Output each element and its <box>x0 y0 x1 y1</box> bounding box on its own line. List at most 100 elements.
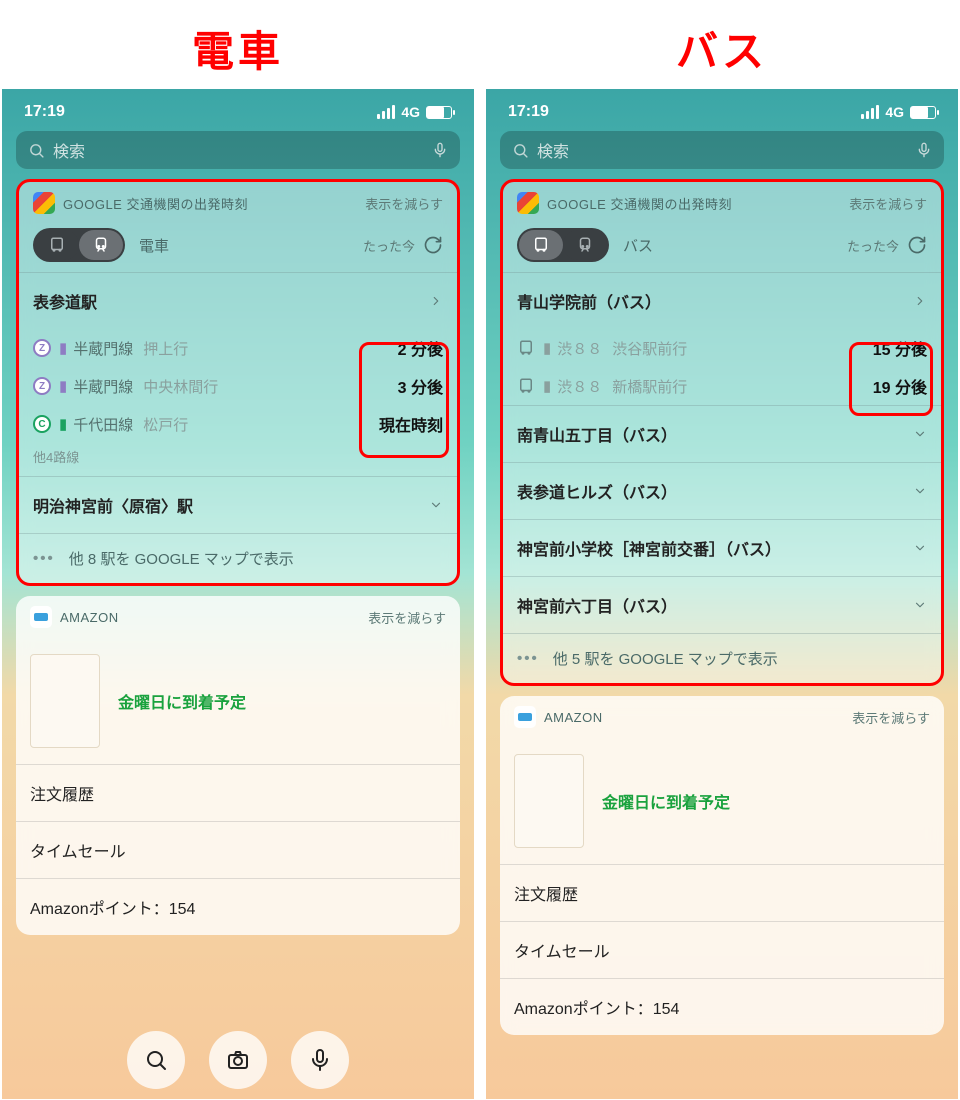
bus-icon <box>517 339 535 357</box>
amazon-icon <box>30 606 52 628</box>
bottom-toolbar <box>127 1031 349 1089</box>
battery-icon <box>910 106 936 119</box>
amazon-link-orders[interactable]: 注文履歴 <box>500 864 944 921</box>
station-meijijingumae[interactable]: 明治神宮前〈原宿〉駅 <box>19 476 457 533</box>
more-label: 他 8 駅を GOOGLE マップで表示 <box>69 548 294 569</box>
line-name: 半蔵門線 <box>73 376 133 397</box>
mode-label: 電車 <box>139 235 363 256</box>
route: 渋８８ <box>557 338 602 359</box>
widget-title: AMAZON <box>60 610 368 625</box>
reduce-button[interactable]: 表示を減らす <box>849 194 927 213</box>
amazon-link-points[interactable]: Amazonポイント：154 <box>16 878 460 935</box>
amazon-link-timesale[interactable]: タイムセール <box>16 821 460 878</box>
busstop-aoyamagakuinmae[interactable]: 青山学院前（バス） <box>503 272 941 329</box>
station-name: 神宮前六丁目（バス） <box>517 593 677 617</box>
mic-icon[interactable] <box>432 140 448 160</box>
station-name: 明治神宮前〈原宿〉駅 <box>33 493 193 517</box>
station-name: 青山学院前（バス） <box>517 289 661 313</box>
mic-icon[interactable] <box>916 140 932 160</box>
reduce-button[interactable]: 表示を減らす <box>852 708 930 727</box>
toggle-train-button[interactable] <box>79 230 123 260</box>
mode-toggle[interactable] <box>517 228 609 262</box>
left-title: 電車 <box>192 18 284 79</box>
right-title: バス <box>676 18 768 79</box>
toggle-train-button[interactable] <box>563 230 607 260</box>
camera-icon <box>226 1048 250 1072</box>
status-time: 17:19 <box>508 103 549 121</box>
search-icon <box>144 1048 168 1072</box>
search-icon <box>512 142 529 159</box>
more-label: 他 5 駅を GOOGLE マップで表示 <box>553 648 778 669</box>
google-maps-icon <box>517 192 539 214</box>
widget-header: GOOGLE 交通機関の出発時刻 表示を減らす <box>19 182 457 224</box>
search-bar[interactable]: 検索 <box>16 131 460 169</box>
network-label: 4G <box>885 104 904 120</box>
phone-train: 17:19 4G 検索 GOOGLE 交通機関の出発時刻 表示を減らす <box>2 89 474 1099</box>
mic-icon <box>308 1048 332 1072</box>
signal-icon <box>861 105 879 119</box>
station-name: 表参道ヒルズ（バス） <box>517 479 677 503</box>
search-bar[interactable]: 検索 <box>500 131 944 169</box>
toolbar-search-button[interactable] <box>127 1031 185 1089</box>
status-bar: 17:19 4G <box>486 89 958 129</box>
network-label: 4G <box>401 104 420 120</box>
search-icon <box>28 142 45 159</box>
amazon-widget: AMAZON 表示を減らす 金曜日に到着予定 注文履歴 タイムセール Amazo… <box>16 596 460 935</box>
destination: 新橋駅前行 <box>612 376 872 397</box>
widget-header: AMAZON 表示を減らす <box>16 596 460 638</box>
more-stations-row[interactable]: ••• 他 5 駅を GOOGLE マップで表示 <box>503 633 941 683</box>
chevron-right-icon <box>429 294 443 308</box>
battery-icon <box>426 106 452 119</box>
product-thumbnail <box>514 754 584 848</box>
refresh-icon[interactable] <box>907 235 927 255</box>
busstop-collapsed[interactable]: 表参道ヒルズ（バス） <box>503 462 941 519</box>
line-icon-z: Z <box>33 377 51 395</box>
toolbar-camera-button[interactable] <box>209 1031 267 1089</box>
more-icon: ••• <box>517 650 539 667</box>
destination: 渋谷駅前行 <box>612 338 872 359</box>
widget-header: GOOGLE 交通機関の出発時刻 表示を減らす <box>503 182 941 224</box>
search-placeholder: 検索 <box>53 138 432 162</box>
station-omotesando[interactable]: 表参道駅 <box>19 272 457 329</box>
amazon-link-orders[interactable]: 注文履歴 <box>16 764 460 821</box>
mode-toggle-row: バス たった今 <box>503 224 941 272</box>
station-name: 南青山五丁目（バス） <box>517 422 677 446</box>
reduce-button[interactable]: 表示を減らす <box>365 194 443 213</box>
google-transit-widget-bus: GOOGLE 交通機関の出発時刻 表示を減らす バス たった今 青山学院前（バス… <box>500 179 944 686</box>
route: 渋８８ <box>557 376 602 397</box>
status-right: 4G <box>861 104 936 120</box>
station-name: 表参道駅 <box>33 289 97 313</box>
chevron-right-icon <box>913 294 927 308</box>
reduce-button[interactable]: 表示を減らす <box>368 608 446 627</box>
widget-title: GOOGLE 交通機関の出発時刻 <box>547 194 849 213</box>
toolbar-mic-button[interactable] <box>291 1031 349 1089</box>
highlight-box <box>849 342 933 416</box>
toggle-bus-button[interactable] <box>519 230 563 260</box>
chevron-down-icon <box>913 598 927 612</box>
google-transit-widget-train: GOOGLE 交通機関の出発時刻 表示を減らす 電車 たった今 表参道駅 Z▮ … <box>16 179 460 586</box>
line-icon-z: Z <box>33 339 51 357</box>
arrival-row[interactable]: 金曜日に到着予定 <box>16 638 460 764</box>
mode-toggle[interactable] <box>33 228 125 262</box>
updated-label: たった今 <box>363 236 415 255</box>
google-maps-icon <box>33 192 55 214</box>
more-stations-row[interactable]: ••• 他 8 駅を GOOGLE マップで表示 <box>19 533 457 583</box>
arrival-message: 金曜日に到着予定 <box>602 789 730 813</box>
refresh-icon[interactable] <box>423 235 443 255</box>
busstop-collapsed[interactable]: 神宮前小学校［神宮前交番］（バス） <box>503 519 941 576</box>
search-placeholder: 検索 <box>537 138 916 162</box>
toggle-bus-button[interactable] <box>35 230 79 260</box>
busstop-collapsed[interactable]: 神宮前六丁目（バス） <box>503 576 941 633</box>
signal-icon <box>377 105 395 119</box>
station-name: 神宮前小学校［神宮前交番］（バス） <box>517 536 781 560</box>
bus-icon <box>517 377 535 395</box>
arrival-message: 金曜日に到着予定 <box>118 689 246 713</box>
amazon-icon <box>514 706 536 728</box>
destination: 松戸行 <box>143 414 379 435</box>
amazon-link-points[interactable]: Amazonポイント：154 <box>500 978 944 1035</box>
status-right: 4G <box>377 104 452 120</box>
updated-label: たった今 <box>847 236 899 255</box>
mode-toggle-row: 電車 たった今 <box>19 224 457 272</box>
arrival-row[interactable]: 金曜日に到着予定 <box>500 738 944 864</box>
amazon-link-timesale[interactable]: タイムセール <box>500 921 944 978</box>
